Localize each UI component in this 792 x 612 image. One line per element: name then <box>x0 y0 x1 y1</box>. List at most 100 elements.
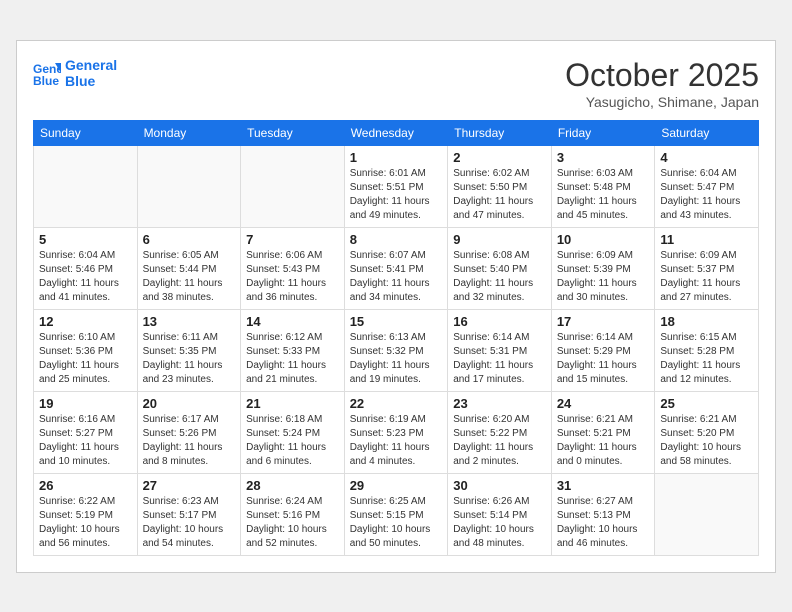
calendar-cell: 13Sunrise: 6:11 AM Sunset: 5:35 PM Dayli… <box>137 309 241 391</box>
calendar-cell: 21 Sunrise: 6:18 AM Sunset: 5:24 PM Dayli… <box>241 391 345 473</box>
day-info: Sunrise: 6:08 AM Sunset: 5:40 PM Dayligh… <box>453 249 546 305</box>
calendar-cell: 10 Sunrise: 6:09 AM Sunset: 5:39 PM Dayli… <box>551 227 655 309</box>
weekday-header: Friday <box>551 120 655 145</box>
day-info: Sunrise: 6:09 AM Sunset: 5:39 PM Dayligh… <box>557 249 650 305</box>
calendar-cell: 11 Sunrise: 6:09 AM Sunset: 5:37 PM Dayli… <box>655 227 759 309</box>
day-info: Sunrise: 6:02 AM Sunset: 5:50 PM Dayligh… <box>453 167 546 223</box>
day-number: 12 <box>39 314 132 329</box>
day-info: Sunrise: 6:15 AM Sunset: 5:28 PM Dayligh… <box>660 331 753 387</box>
weekday-header: Thursday <box>448 120 552 145</box>
day-info: Sunrise: 6:23 AM Sunset: 5:17 PM Dayligh… <box>143 495 236 551</box>
day-info: Sunrise: 6:10 AM Sunset: 5:36 PM Dayligh… <box>39 331 132 387</box>
svg-text:Blue: Blue <box>33 74 59 87</box>
calendar-cell: 15 Sunrise: 6:13 AM Sunset: 5:32 PM Dayli… <box>344 309 448 391</box>
day-number: 6 <box>143 232 236 247</box>
weekday-header: Wednesday <box>344 120 448 145</box>
logo-text: General Blue <box>65 57 117 91</box>
weekday-header-row: SundayMondayTuesdayWednesdayThursdayFrid… <box>34 120 759 145</box>
calendar-cell: 27 Sunrise: 6:23 AM Sunset: 5:17 PM Dayli… <box>137 473 241 555</box>
calendar-cell <box>137 145 241 227</box>
logo: General Blue General Blue <box>33 57 117 91</box>
day-number: 31 <box>557 478 650 493</box>
day-number: 14 <box>246 314 339 329</box>
day-number: 22 <box>350 396 443 411</box>
day-info: Sunrise: 6:04 AM Sunset: 5:46 PM Dayligh… <box>39 249 132 305</box>
calendar-cell: 31 Sunrise: 6:27 AM Sunset: 5:13 PM Dayli… <box>551 473 655 555</box>
day-info: Sunrise: 6:11 AM Sunset: 5:35 PM Dayligh… <box>143 331 236 387</box>
calendar-cell: 25 Sunrise: 6:21 AM Sunset: 5:20 PM Dayli… <box>655 391 759 473</box>
calendar-cell: 5 Sunrise: 6:04 AM Sunset: 5:46 PM Daylig… <box>34 227 138 309</box>
day-number: 27 <box>143 478 236 493</box>
day-info: Sunrise: 6:12 AM Sunset: 5:33 PM Dayligh… <box>246 331 339 387</box>
calendar-cell: 12 Sunrise: 6:10 AM Sunset: 5:36 PM Dayli… <box>34 309 138 391</box>
day-number: 17 <box>557 314 650 329</box>
weekday-header: Sunday <box>34 120 138 145</box>
day-number: 18 <box>660 314 753 329</box>
calendar-cell: 17Sunrise: 6:14 AM Sunset: 5:29 PM Dayli… <box>551 309 655 391</box>
day-number: 5 <box>39 232 132 247</box>
day-info: Sunrise: 6:22 AM Sunset: 5:19 PM Dayligh… <box>39 495 132 551</box>
calendar-header: General Blue General Blue October 2025 Y… <box>33 57 759 110</box>
day-number: 19 <box>39 396 132 411</box>
day-number: 20 <box>143 396 236 411</box>
day-info: Sunrise: 6:01 AM Sunset: 5:51 PM Dayligh… <box>350 167 443 223</box>
day-number: 30 <box>453 478 546 493</box>
day-info: Sunrise: 6:24 AM Sunset: 5:16 PM Dayligh… <box>246 495 339 551</box>
day-info: Sunrise: 6:14 AM Sunset: 5:31 PM Dayligh… <box>453 331 546 387</box>
day-number: 11 <box>660 232 753 247</box>
calendar-cell: 14 Sunrise: 6:12 AM Sunset: 5:33 PM Dayli… <box>241 309 345 391</box>
calendar-cell: 6 Sunrise: 6:05 AM Sunset: 5:44 PM Daylig… <box>137 227 241 309</box>
day-info: Sunrise: 6:04 AM Sunset: 5:47 PM Dayligh… <box>660 167 753 223</box>
calendar-cell: 8 Sunrise: 6:07 AM Sunset: 5:41 PM Daylig… <box>344 227 448 309</box>
calendar-cell <box>34 145 138 227</box>
day-info: Sunrise: 6:05 AM Sunset: 5:44 PM Dayligh… <box>143 249 236 305</box>
day-number: 15 <box>350 314 443 329</box>
calendar-cell <box>241 145 345 227</box>
day-info: Sunrise: 6:07 AM Sunset: 5:41 PM Dayligh… <box>350 249 443 305</box>
day-number: 26 <box>39 478 132 493</box>
day-info: Sunrise: 6:17 AM Sunset: 5:26 PM Dayligh… <box>143 413 236 469</box>
day-number: 29 <box>350 478 443 493</box>
day-number: 1 <box>350 150 443 165</box>
logo-icon: General Blue <box>33 59 61 87</box>
day-number: 16 <box>453 314 546 329</box>
calendar-cell: 23Sunrise: 6:20 AM Sunset: 5:22 PM Dayli… <box>448 391 552 473</box>
day-info: Sunrise: 6:13 AM Sunset: 5:32 PM Dayligh… <box>350 331 443 387</box>
title-block: October 2025 Yasugicho, Shimane, Japan <box>565 57 759 110</box>
day-info: Sunrise: 6:19 AM Sunset: 5:23 PM Dayligh… <box>350 413 443 469</box>
day-number: 10 <box>557 232 650 247</box>
calendar-cell: 19Sunrise: 6:16 AM Sunset: 5:27 PM Dayli… <box>34 391 138 473</box>
calendar-cell: 24Sunrise: 6:21 AM Sunset: 5:21 PM Dayli… <box>551 391 655 473</box>
day-number: 21 <box>246 396 339 411</box>
day-info: Sunrise: 6:21 AM Sunset: 5:20 PM Dayligh… <box>660 413 753 469</box>
calendar-cell: 3Sunrise: 6:03 AM Sunset: 5:48 PM Daylig… <box>551 145 655 227</box>
day-info: Sunrise: 6:25 AM Sunset: 5:15 PM Dayligh… <box>350 495 443 551</box>
calendar-cell: 29 Sunrise: 6:25 AM Sunset: 5:15 PM Dayli… <box>344 473 448 555</box>
day-info: Sunrise: 6:09 AM Sunset: 5:37 PM Dayligh… <box>660 249 753 305</box>
calendar-week-row: 26 Sunrise: 6:22 AM Sunset: 5:19 PM Dayli… <box>34 473 759 555</box>
day-number: 9 <box>453 232 546 247</box>
day-info: Sunrise: 6:06 AM Sunset: 5:43 PM Dayligh… <box>246 249 339 305</box>
day-number: 8 <box>350 232 443 247</box>
calendar-cell: 4Sunrise: 6:04 AM Sunset: 5:47 PM Daylig… <box>655 145 759 227</box>
calendar-cell: 2 Sunrise: 6:02 AM Sunset: 5:50 PM Daylig… <box>448 145 552 227</box>
calendar-cell: 30Sunrise: 6:26 AM Sunset: 5:14 PM Dayli… <box>448 473 552 555</box>
calendar-container: General Blue General Blue October 2025 Y… <box>16 40 776 573</box>
day-info: Sunrise: 6:20 AM Sunset: 5:22 PM Dayligh… <box>453 413 546 469</box>
calendar-week-row: 5 Sunrise: 6:04 AM Sunset: 5:46 PM Daylig… <box>34 227 759 309</box>
calendar-table: SundayMondayTuesdayWednesdayThursdayFrid… <box>33 120 759 556</box>
location: Yasugicho, Shimane, Japan <box>565 94 759 110</box>
calendar-cell: 9 Sunrise: 6:08 AM Sunset: 5:40 PM Daylig… <box>448 227 552 309</box>
calendar-cell: 18 Sunrise: 6:15 AM Sunset: 5:28 PM Dayli… <box>655 309 759 391</box>
calendar-cell: 7 Sunrise: 6:06 AM Sunset: 5:43 PM Daylig… <box>241 227 345 309</box>
day-info: Sunrise: 6:18 AM Sunset: 5:24 PM Dayligh… <box>246 413 339 469</box>
calendar-week-row: 19Sunrise: 6:16 AM Sunset: 5:27 PM Dayli… <box>34 391 759 473</box>
month-title: October 2025 <box>565 57 759 94</box>
day-number: 24 <box>557 396 650 411</box>
day-number: 2 <box>453 150 546 165</box>
day-number: 7 <box>246 232 339 247</box>
calendar-week-row: 1 Sunrise: 6:01 AM Sunset: 5:51 PM Daylig… <box>34 145 759 227</box>
day-info: Sunrise: 6:27 AM Sunset: 5:13 PM Dayligh… <box>557 495 650 551</box>
day-number: 28 <box>246 478 339 493</box>
day-number: 25 <box>660 396 753 411</box>
